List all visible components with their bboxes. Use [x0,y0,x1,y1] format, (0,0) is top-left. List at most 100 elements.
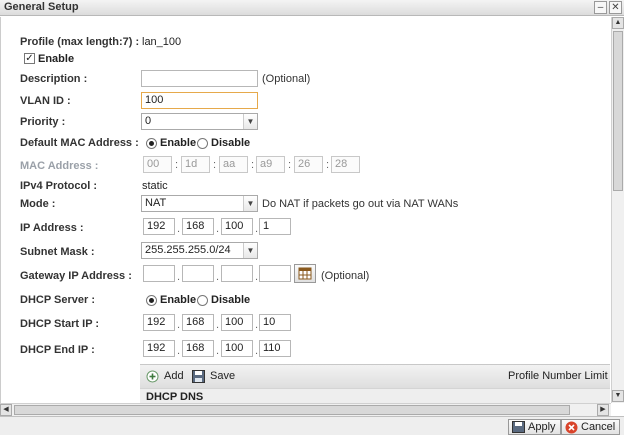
default-mac-disable-radio[interactable] [197,138,208,149]
vlan-id-input[interactable]: 100 [141,92,258,109]
dhcp-end-label: DHCP End IP : [20,344,95,356]
minimize-button[interactable]: – [594,1,607,14]
default-mac-label: Default MAC Address : [20,137,139,149]
vlan-id-label: VLAN ID : [20,95,71,107]
save-label: Save [210,370,236,382]
minimize-icon: – [597,2,604,13]
apply-label: Apply [528,421,556,433]
ip-dot-separator: . [216,345,220,357]
mac-separator: : [326,159,330,171]
dhcp-start-label: DHCP Start IP : [20,318,100,330]
dhcp-server-disable-radio[interactable] [197,295,208,306]
ip-dot-separator: . [255,223,259,235]
dhcp-start-octet-input[interactable]: 168 [182,314,214,331]
dhcp-server-label: DHCP Server : [20,294,95,306]
scroll-down-icon[interactable]: ▼ [612,390,624,402]
form-area: Profile (max length:7) : lan_100 ✓ Enabl… [0,17,610,403]
ip-address-row: IP Address : 192 . 168 . 100 . 1 [1,218,610,238]
ip-octet-input[interactable]: 100 [221,218,253,235]
grid-icon[interactable] [294,264,316,283]
dhcp-end-octet-input[interactable]: 192 [143,340,175,357]
ip-dot-separator: . [216,319,220,331]
default-mac-row: Default MAC Address : Enable Disable [1,135,610,155]
horizontal-scrollbar[interactable]: ◀ ▶ [0,403,611,416]
ipv4-protocol-label: IPv4 Protocol : [20,180,98,192]
cancel-label: Cancel [581,421,616,433]
dhcp-server-enable-label: Enable [160,294,197,306]
gateway-label: Gateway IP Address : [20,270,132,282]
vlan-id-row: VLAN ID : 100 [1,92,610,112]
default-mac-enable-radio[interactable] [146,138,157,149]
mode-value: NAT [145,197,167,209]
mac-octet-input[interactable]: 28 [331,156,360,173]
dhcp-dns-label: DHCP DNS [146,391,204,403]
mac-octet-input[interactable]: a9 [256,156,285,173]
scroll-left-icon[interactable]: ◀ [0,404,12,416]
mode-row: Mode : NAT ▼ Do NAT if packets go out vi… [1,195,610,215]
priority-select[interactable]: 0 ▼ [141,113,258,130]
priority-label: Priority : [20,116,66,128]
ip-octet-input[interactable]: 1 [259,218,291,235]
dhcp-start-octet-input[interactable]: 100 [221,314,253,331]
close-icon: ✕ [611,2,620,13]
subnet-mask-label: Subnet Mask : [20,246,95,258]
mac-octet-input[interactable]: 1d [181,156,210,173]
profile-label: Profile (max length:7) : [20,36,140,48]
dhcp-server-row: DHCP Server : Enable Disable [1,292,610,312]
ip-dot-separator: . [177,271,181,283]
horizontal-scroll-thumb[interactable] [14,405,570,415]
cancel-button[interactable]: Cancel [561,419,621,435]
ip-dot-separator: . [255,345,259,357]
dhcp-server-enable-radio[interactable] [146,295,157,306]
profile-toolbar: Add Save Profile Number Limit : [140,364,610,388]
mac-octet-input[interactable]: 26 [294,156,323,173]
chevron-down-icon: ▼ [243,196,257,211]
priority-value: 0 [145,115,152,127]
mode-label: Mode : [20,198,56,210]
mac-separator: : [175,159,179,171]
priority-row: Priority : 0 ▼ [1,113,610,133]
ip-dot-separator: . [216,223,220,235]
scroll-up-icon[interactable]: ▲ [612,17,624,29]
gateway-octet-input[interactable] [143,265,175,282]
ip-dot-separator: . [177,319,181,331]
ip-dot-separator: . [255,319,259,331]
ipv4-protocol-value: static [142,180,168,192]
description-optional-note: (Optional) [262,73,311,85]
mac-octet-input[interactable]: 00 [143,156,172,173]
gateway-octet-input[interactable] [221,265,253,282]
apply-button[interactable]: Apply [508,419,561,435]
window-title: General Setup [4,1,79,13]
description-input[interactable] [141,70,258,87]
mac-octet-input[interactable]: aa [219,156,248,173]
mode-select[interactable]: NAT ▼ [141,195,258,212]
ip-octet-input[interactable]: 192 [143,218,175,235]
ip-octet-input[interactable]: 168 [182,218,214,235]
dhcp-start-octet-input[interactable]: 10 [259,314,291,331]
dhcp-start-row: DHCP Start IP : 192 . 168 . 100 . 10 [1,314,610,334]
add-label: Add [164,370,184,382]
dialog-footer: Apply Cancel [0,416,624,435]
add-icon [146,370,159,386]
profile-value: lan_100 [142,36,182,48]
vertical-scroll-thumb[interactable] [613,31,623,191]
enable-row: ✓ Enable [1,52,610,72]
mac-address-label: MAC Address : [20,160,99,172]
scroll-right-icon[interactable]: ▶ [597,404,609,416]
dhcp-start-octet-input[interactable]: 192 [143,314,175,331]
chevron-down-icon: ▼ [243,114,257,129]
dhcp-end-octet-input[interactable]: 168 [182,340,214,357]
dhcp-end-octet-input[interactable]: 110 [259,340,291,357]
enable-checkbox[interactable]: ✓ [24,53,35,64]
subnet-mask-select[interactable]: 255.255.255.0/24 ▼ [141,242,258,259]
dhcp-end-octet-input[interactable]: 100 [221,340,253,357]
ip-dot-separator: . [177,223,181,235]
default-mac-enable-label: Enable [160,137,197,149]
gateway-octet-input[interactable] [182,265,214,282]
subnet-mask-row: Subnet Mask : 255.255.255.0/24 ▼ [1,242,610,262]
gateway-octet-input[interactable] [259,265,291,282]
vertical-scrollbar[interactable]: ▲ ▼ [611,17,624,403]
mac-separator: : [213,159,217,171]
dhcp-end-row: DHCP End IP : 192 . 168 . 100 . 110 [1,340,610,360]
close-button[interactable]: ✕ [609,1,622,14]
